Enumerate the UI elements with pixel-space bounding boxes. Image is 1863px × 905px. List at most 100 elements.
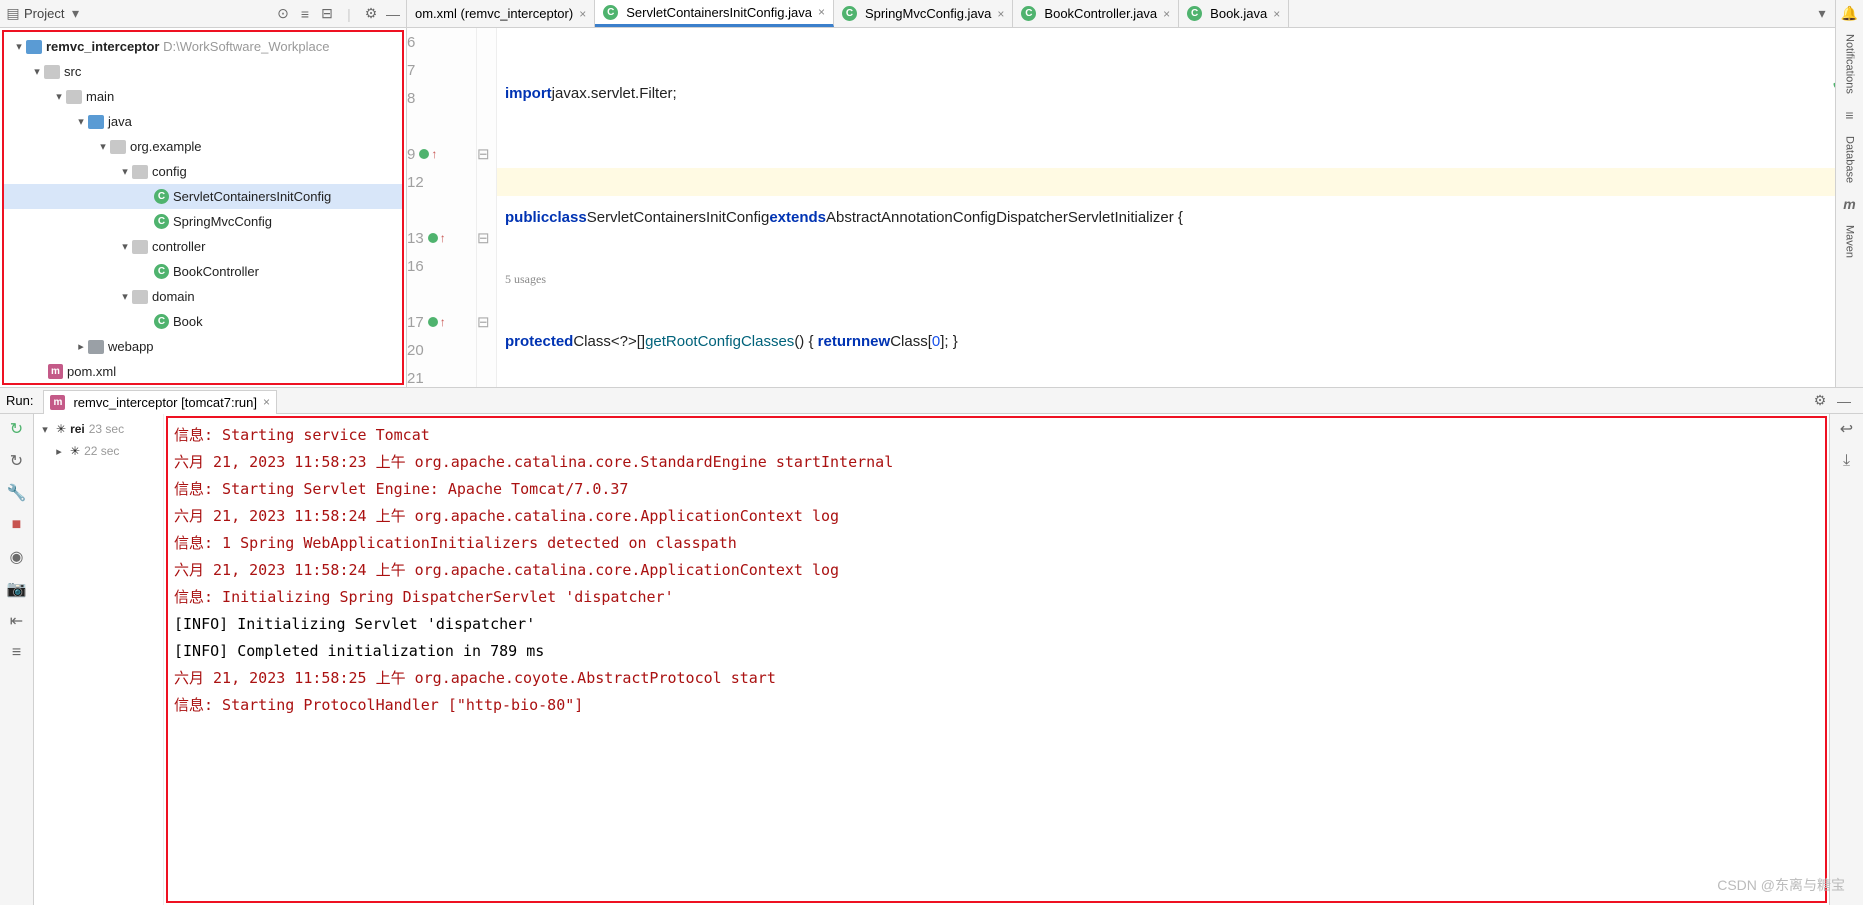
run-console[interactable]: 信息: Starting service Tomcat六月 21, 2023 1… bbox=[164, 414, 1829, 905]
console-line: [INFO] Initializing Servlet 'dispatcher' bbox=[174, 611, 1819, 638]
override-marker-icon[interactable] bbox=[428, 317, 438, 327]
tree-label: main bbox=[86, 89, 114, 104]
line-number: 20 bbox=[407, 336, 468, 364]
console-line: 六月 21, 2023 11:58:24 上午 org.apache.catal… bbox=[174, 557, 1819, 584]
line-number: 12 bbox=[407, 168, 468, 196]
run-tree[interactable]: ▾ ✳ rei 23 sec ▸ ✳ 22 sec bbox=[34, 414, 164, 905]
tree-label: Book bbox=[173, 314, 203, 329]
hide-icon[interactable]: — bbox=[1837, 394, 1851, 408]
tab-pom[interactable]: om.xml (remvc_interceptor)× bbox=[407, 0, 595, 27]
package-icon bbox=[132, 165, 148, 179]
close-icon[interactable]: × bbox=[1163, 7, 1170, 21]
chevron-right-icon[interactable]: ▸ bbox=[52, 445, 66, 458]
project-tree[interactable]: ▾ remvc_interceptor D:\WorkSoftware_Work… bbox=[4, 32, 402, 385]
close-icon[interactable]: × bbox=[579, 7, 586, 21]
tab-label: SpringMvcConfig.java bbox=[865, 6, 991, 21]
tree-label: webapp bbox=[108, 339, 154, 354]
chevron-down-icon[interactable]: ▾ bbox=[118, 290, 132, 303]
code-content[interactable]: import import javax.servlet.Filter;javax… bbox=[497, 28, 1863, 387]
tab-book[interactable]: CBook.java× bbox=[1179, 0, 1289, 27]
chevron-down-icon[interactable]: ▾ bbox=[52, 90, 66, 103]
hide-icon[interactable]: — bbox=[386, 7, 400, 21]
notifications-tool[interactable]: Notifications bbox=[1844, 34, 1856, 94]
up-arrow-icon: ↑ bbox=[440, 231, 446, 245]
chevron-down-icon[interactable]: ▾ bbox=[12, 40, 26, 53]
tree-label: java bbox=[108, 114, 132, 129]
maven-icon[interactable]: m bbox=[1843, 197, 1857, 211]
tree-servlet-config[interactable]: CServletContainersInitConfig bbox=[4, 184, 402, 209]
chevron-right-icon[interactable]: ▸ bbox=[74, 340, 88, 353]
console-line: [INFO] Completed initialization in 789 m… bbox=[174, 638, 1819, 665]
soft-wrap-icon[interactable]: ↩ bbox=[1838, 420, 1856, 438]
chevron-down-icon[interactable]: ▾ bbox=[96, 140, 110, 153]
locate-icon[interactable]: ⊙ bbox=[276, 7, 290, 21]
fold-gutter[interactable]: ⊟ ⊟ ⊟ bbox=[477, 28, 497, 387]
line-number: 7 bbox=[407, 56, 468, 84]
line-number bbox=[407, 280, 468, 308]
tab-spring-config[interactable]: CSpringMvcConfig.java× bbox=[834, 0, 1013, 27]
rerun-failed-button[interactable]: ↻ bbox=[8, 452, 26, 470]
stop-button[interactable]: ■ bbox=[8, 516, 26, 534]
override-marker-icon[interactable] bbox=[419, 149, 429, 159]
tree-main[interactable]: ▾ main bbox=[4, 84, 402, 109]
tree-label: BookController bbox=[173, 264, 259, 279]
tab-book-controller[interactable]: CBookController.java× bbox=[1013, 0, 1179, 27]
run-config-tab[interactable]: m remvc_interceptor [tomcat7:run] × bbox=[43, 390, 277, 414]
tree-config-pkg[interactable]: ▾config bbox=[4, 159, 402, 184]
tree-pom[interactable]: mpom.xml bbox=[4, 359, 402, 384]
database-icon[interactable]: ≡ bbox=[1843, 108, 1857, 122]
run-time-label: 22 sec bbox=[84, 444, 119, 458]
wrench-icon[interactable]: 🔧 bbox=[8, 484, 26, 502]
trash-icon[interactable]: ≡ bbox=[8, 644, 26, 662]
close-icon[interactable]: × bbox=[818, 5, 825, 19]
close-icon[interactable]: × bbox=[997, 7, 1004, 21]
rerun-button[interactable]: ↻ bbox=[8, 420, 26, 438]
line-number: 9↑ bbox=[407, 140, 468, 168]
dump-icon[interactable]: 📷 bbox=[8, 580, 26, 598]
database-tool[interactable]: Database bbox=[1844, 136, 1856, 183]
line-number bbox=[407, 196, 468, 224]
gear-icon[interactable]: ⚙ bbox=[364, 7, 378, 21]
tree-spring-config[interactable]: CSpringMvcConfig bbox=[4, 209, 402, 234]
class-icon: C bbox=[154, 264, 169, 279]
collapse-icon[interactable]: ⊟ bbox=[320, 7, 334, 21]
chevron-down-icon[interactable]: ▾ bbox=[1815, 7, 1829, 21]
caret-line-highlight bbox=[497, 168, 1863, 196]
chevron-down-icon[interactable]: ▾ bbox=[118, 165, 132, 178]
tree-book-controller[interactable]: C BookController bbox=[4, 259, 402, 284]
chevron-down-icon[interactable]: ▾ bbox=[30, 65, 44, 78]
tree-java[interactable]: ▾ java bbox=[4, 109, 402, 134]
gear-icon[interactable]: ⚙ bbox=[1813, 394, 1827, 408]
up-arrow-icon: ↑ bbox=[440, 315, 446, 329]
expand-icon[interactable]: ≡ bbox=[298, 7, 312, 21]
chevron-down-icon[interactable]: ▾ bbox=[74, 115, 88, 128]
tree-webapp[interactable]: ▸ webapp bbox=[4, 334, 402, 359]
tree-package[interactable]: ▾org.example bbox=[4, 134, 402, 159]
close-icon[interactable]: × bbox=[263, 395, 270, 409]
tree-label: controller bbox=[152, 239, 205, 254]
tree-controller-pkg[interactable]: ▾ controller bbox=[4, 234, 402, 259]
chevron-down-icon[interactable]: ▾ bbox=[118, 240, 132, 253]
code-editor[interactable]: 6 7 8 9↑ 12 13↑ 16 17↑ 20 21 ⊟ ⊟ ⊟ bbox=[407, 28, 1863, 387]
tree-label: src bbox=[64, 64, 81, 79]
tree-project-root[interactable]: ▾ remvc_interceptor D:\WorkSoftware_Work… bbox=[4, 34, 402, 59]
chevron-down-icon[interactable]: ▾ bbox=[38, 423, 52, 436]
override-marker-icon[interactable] bbox=[428, 233, 438, 243]
show-icon[interactable]: ◉ bbox=[8, 548, 26, 566]
chevron-down-icon: ▾ bbox=[68, 7, 82, 21]
tree-domain-pkg[interactable]: ▾domain bbox=[4, 284, 402, 309]
tree-src[interactable]: ▾ src bbox=[4, 59, 402, 84]
run-header: Run: m remvc_interceptor [tomcat7:run] ×… bbox=[0, 388, 1863, 414]
maven-tool[interactable]: Maven bbox=[1844, 225, 1856, 258]
tree-book[interactable]: CBook bbox=[4, 309, 402, 334]
folder-icon bbox=[44, 65, 60, 79]
close-icon[interactable]: × bbox=[1273, 7, 1280, 21]
console-line: 信息: Starting Servlet Engine: Apache Tomc… bbox=[174, 476, 1819, 503]
project-view-selector[interactable]: ▤ Project ▾ bbox=[6, 6, 82, 21]
scroll-end-icon[interactable]: ⤓ bbox=[1838, 452, 1856, 470]
tab-servlet-config[interactable]: CServletContainersInitConfig.java× bbox=[595, 0, 834, 27]
console-line: 信息: 1 Spring WebApplicationInitializers … bbox=[174, 530, 1819, 557]
bell-icon[interactable]: 🔔 bbox=[1843, 6, 1857, 20]
exit-icon[interactable]: ⇤ bbox=[8, 612, 26, 630]
package-icon bbox=[132, 240, 148, 254]
